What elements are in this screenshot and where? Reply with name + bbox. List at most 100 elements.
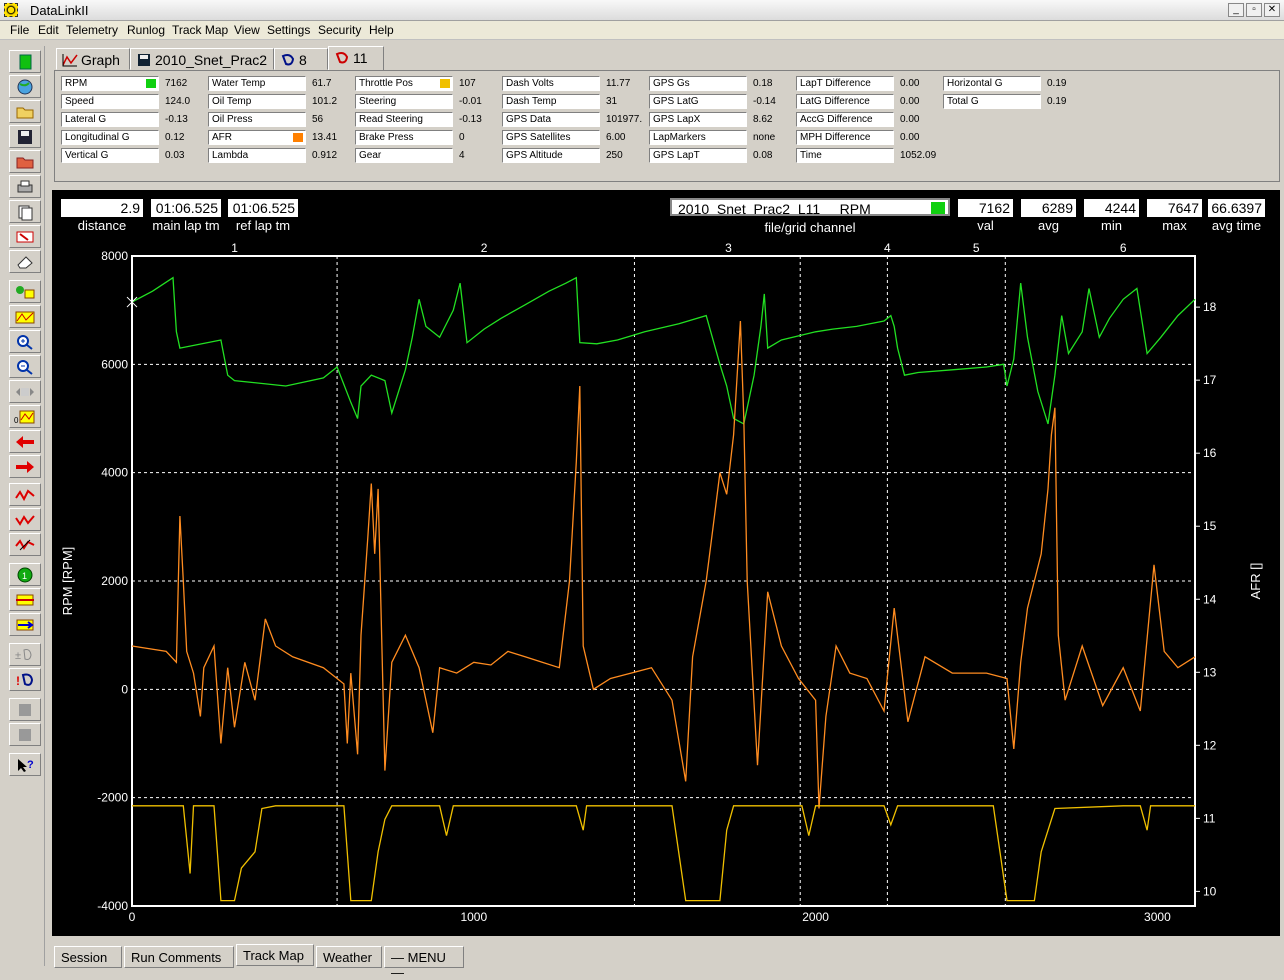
channel-select-button[interactable] (9, 280, 41, 303)
trace-remove-button[interactable] (9, 533, 41, 556)
menu-view[interactable]: View (234, 23, 260, 37)
channel-value: 124.0 (165, 96, 191, 107)
previous-lap-button[interactable] (9, 430, 41, 453)
bottom-tab-weather[interactable]: Weather (316, 946, 382, 968)
save-button[interactable] (9, 125, 41, 148)
telemetry-chart[interactable]: 80006000400020000-2000-40001817161514131… (52, 190, 1280, 936)
import-button[interactable] (9, 150, 41, 173)
export-red-icon (16, 231, 34, 242)
channel-label[interactable]: AFR (208, 130, 306, 145)
trace-add-button[interactable] (9, 508, 41, 531)
menu-runlog[interactable]: Runlog (127, 23, 165, 37)
channel-label[interactable]: GPS Data (502, 112, 600, 127)
menu-telemetry[interactable]: Telemetry (66, 23, 118, 37)
arrow-left-icon (16, 435, 34, 448)
bottom-tab-run-comments[interactable]: Run Comments (124, 946, 234, 968)
print-button[interactable] (9, 175, 41, 198)
disabled-gear-icon (19, 703, 31, 716)
zoom-in-button[interactable] (9, 330, 41, 353)
tab-graph[interactable]: Graph (56, 48, 130, 70)
zoom-out-button[interactable] (9, 355, 41, 378)
bottom-tab-track-map[interactable]: Track Map (236, 944, 314, 966)
disabled-button-1[interactable] (9, 698, 41, 721)
y-right-tick-label: 15 (1203, 519, 1217, 533)
tab-label: 2010_Snet_Prac2 (155, 52, 268, 68)
context-help-button[interactable]: ? (9, 753, 41, 776)
channel-label[interactable]: AccG Difference (796, 112, 894, 127)
open-web-button[interactable] (9, 75, 41, 98)
channel-label[interactable]: Total G (943, 94, 1041, 109)
tab-lap-11[interactable]: 11 (328, 46, 384, 71)
channel-label[interactable]: Read Steering (355, 112, 453, 127)
channel-label[interactable]: Vertical G (61, 148, 159, 163)
trace-style-button[interactable] (9, 483, 41, 506)
open-folder-button[interactable] (9, 100, 41, 123)
next-lap-button[interactable] (9, 455, 41, 478)
channel-label-text: Lambda (212, 150, 249, 161)
copy-button[interactable] (9, 200, 41, 223)
channel-label[interactable]: Oil Temp (208, 94, 306, 109)
zero-axis-button[interactable]: 0 (9, 405, 41, 428)
lap-flag-icon (281, 54, 295, 66)
channel-value: 0 (459, 132, 465, 143)
overlay-button[interactable] (9, 305, 41, 328)
y-right-tick-label: 18 (1203, 300, 1217, 314)
channel-label-text: Brake Press (359, 132, 414, 143)
menu-file[interactable]: File (10, 23, 29, 37)
channel-label[interactable]: GPS LapX (649, 112, 747, 127)
channel-label[interactable]: Lambda (208, 148, 306, 163)
channel-label[interactable]: RPM (61, 76, 159, 91)
channel-label[interactable]: Steering (355, 94, 453, 109)
new-file-button[interactable] (9, 50, 41, 73)
bottom-tab-session[interactable]: Session (54, 946, 122, 968)
menu-track-map[interactable]: Track Map (172, 23, 228, 37)
sync-button[interactable] (9, 613, 41, 636)
channel-label[interactable]: Gear (355, 148, 453, 163)
channel-label[interactable]: Speed (61, 94, 159, 109)
channel-label[interactable]: LapMarkers (649, 130, 747, 145)
menu-edit[interactable]: Edit (38, 23, 59, 37)
export-button[interactable] (9, 225, 41, 248)
minimize-button[interactable]: _ (1228, 3, 1244, 17)
channel-label[interactable]: Brake Press (355, 130, 453, 145)
channel-label[interactable]: GPS LapT (649, 148, 747, 163)
tab-file[interactable]: 2010_Snet_Prac2 (130, 48, 274, 70)
y-left-tick-label: -2000 (97, 791, 128, 805)
channel-label[interactable]: Dash Volts (502, 76, 600, 91)
close-button[interactable]: ✕ (1264, 3, 1280, 17)
channel-label[interactable]: LatG Difference (796, 94, 894, 109)
channel-label[interactable]: GPS Altitude (502, 148, 600, 163)
afr-trace (131, 320, 1196, 809)
maximize-button[interactable]: ▫ (1246, 3, 1262, 17)
channel-label[interactable]: Dash Temp (502, 94, 600, 109)
fit-button[interactable] (9, 380, 41, 403)
channel-value: -0.14 (753, 96, 776, 107)
menu-security[interactable]: Security (318, 23, 361, 37)
add-lap-button[interactable]: ± (9, 643, 41, 666)
channel-label[interactable]: Longitudinal G (61, 130, 159, 145)
channel-label[interactable]: Water Temp (208, 76, 306, 91)
channel-label-text: LatG Difference (800, 96, 870, 107)
menu-help[interactable]: Help (369, 23, 394, 37)
channel-label[interactable]: Throttle Pos (355, 76, 453, 91)
tab-lap-8[interactable]: 8 (274, 48, 328, 70)
channel-label[interactable]: GPS LatG (649, 94, 747, 109)
printer-icon (17, 180, 33, 192)
gps-button[interactable]: 1 (9, 563, 41, 586)
svg-text:±: ± (15, 650, 21, 662)
channel-label[interactable]: MPH Difference (796, 130, 894, 145)
align-button[interactable] (9, 588, 41, 611)
channel-label[interactable]: GPS Gs (649, 76, 747, 91)
bottom-tab-menu[interactable]: — MENU — (384, 946, 464, 980)
disabled-button-2[interactable] (9, 723, 41, 746)
plot-frame (131, 255, 1196, 907)
menu-settings[interactable]: Settings (267, 23, 310, 37)
erase-button[interactable] (9, 250, 41, 273)
channel-label[interactable]: Lateral G (61, 112, 159, 127)
channel-label[interactable]: LapT Difference (796, 76, 894, 91)
lap-alert-button[interactable]: ! (9, 668, 41, 691)
channel-label[interactable]: Time (796, 148, 894, 163)
channel-label[interactable]: Oil Press (208, 112, 306, 127)
channel-label[interactable]: Horizontal G (943, 76, 1041, 91)
channel-label[interactable]: GPS Satellites (502, 130, 600, 145)
